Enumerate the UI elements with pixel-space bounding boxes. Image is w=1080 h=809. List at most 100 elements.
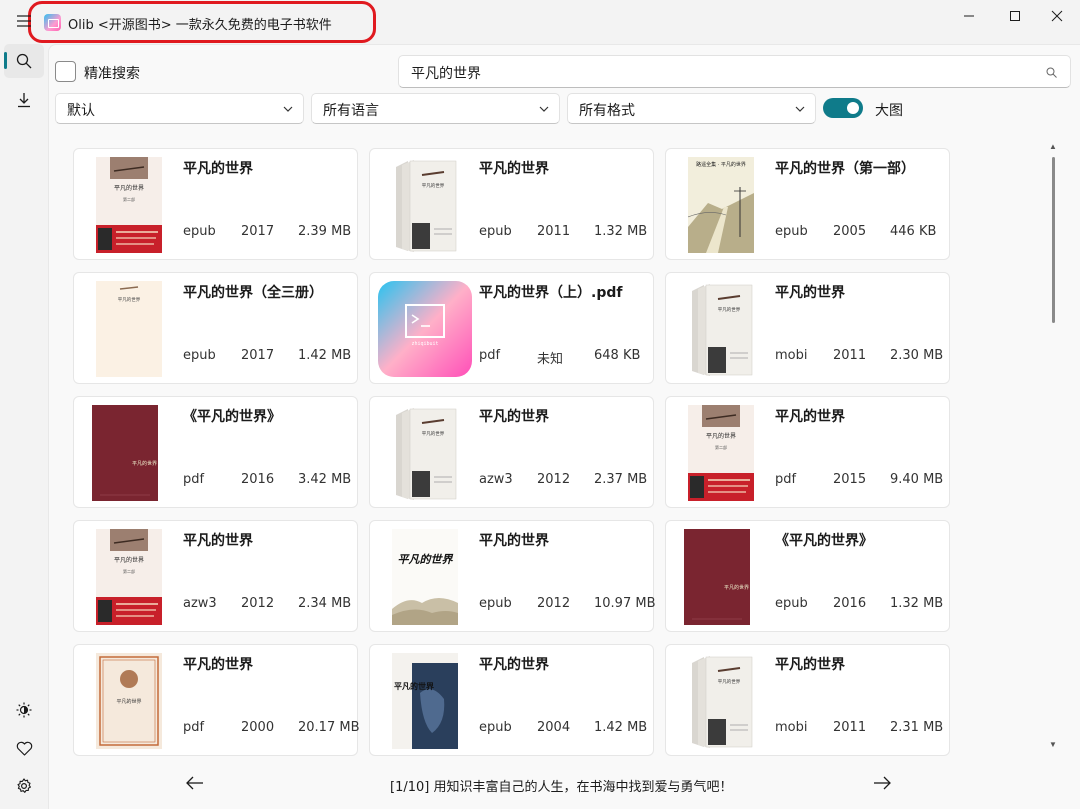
- book-title[interactable]: 《平凡的世界》: [183, 406, 281, 426]
- next-page-button[interactable]: [871, 772, 893, 794]
- book-title[interactable]: 平凡的世界: [183, 158, 253, 178]
- format-dropdown-value: 所有格式: [579, 103, 635, 119]
- book-card[interactable]: 平凡的世界 平凡的世界 mobi 2011 2.30 MB: [665, 272, 950, 384]
- book-format: epub: [775, 224, 808, 239]
- favorites-button[interactable]: [4, 731, 44, 765]
- close-icon: [1051, 10, 1063, 22]
- large-view-toggle[interactable]: [823, 98, 863, 118]
- book-size: 2.31 MB: [890, 720, 944, 735]
- theme-icon: [16, 702, 32, 718]
- book-cover[interactable]: 路遥全集 · 平凡的世界: [688, 157, 754, 253]
- book-card[interactable]: 平凡的世界 平凡的世界 epub 2011 1.32 MB: [369, 148, 654, 260]
- book-cover[interactable]: 平凡的世界: [96, 653, 162, 749]
- book-cover-title: 平凡的世界: [114, 556, 144, 564]
- book-card[interactable]: 路遥全集 · 平凡的世界 平凡的世界（第一部） epub 2005 446 KB: [665, 148, 950, 260]
- book-title[interactable]: 平凡的世界: [183, 654, 253, 674]
- book-card[interactable]: 平凡的世界 平凡的世界 pdf 2000 20.17 MB: [73, 644, 360, 756]
- book-title[interactable]: 平凡的世界（全三册）: [183, 282, 323, 302]
- book-format: azw3: [183, 596, 217, 611]
- book-cover[interactable]: 平凡的世界: [392, 157, 458, 253]
- book-cover[interactable]: 平凡的世界 第二部: [688, 405, 754, 501]
- minimize-button[interactable]: [946, 4, 992, 28]
- book-cover-image: 平凡的世界 第二部: [96, 529, 162, 625]
- book-size: 2.39 MB: [298, 224, 352, 239]
- theme-toggle-button[interactable]: [4, 693, 44, 727]
- book-cover-image: 平凡的世界: [92, 405, 166, 501]
- book-cover-image: 平凡的世界: [96, 653, 162, 749]
- book-year: 未知: [537, 352, 564, 367]
- book-title[interactable]: 平凡的世界: [775, 406, 845, 426]
- book-title[interactable]: 平凡的世界: [479, 406, 549, 426]
- book-cover[interactable]: 平凡的世界: [392, 529, 458, 625]
- book-size: 2.37 MB: [594, 472, 648, 487]
- book-cover[interactable]: 平凡的世界: [688, 281, 754, 377]
- book-card[interactable]: 平凡的世界 平凡的世界 mobi 2011 2.31 MB: [665, 644, 950, 756]
- book-cover-volume: 第二部: [123, 196, 135, 202]
- book-format: pdf: [183, 472, 205, 487]
- book-cover[interactable]: 平凡的世界: [392, 405, 458, 501]
- nav-search[interactable]: [4, 44, 44, 78]
- close-button[interactable]: [1034, 4, 1080, 28]
- nav-downloads[interactable]: [4, 83, 44, 117]
- book-size: 20.17 MB: [298, 720, 360, 735]
- search-input-value: 平凡的世界: [411, 66, 481, 82]
- language-dropdown[interactable]: 所有语言: [311, 93, 560, 124]
- book-title[interactable]: 平凡的世界: [775, 654, 845, 674]
- book-format: azw3: [479, 472, 513, 487]
- book-cover-title: 平凡的世界: [706, 432, 736, 440]
- book-card[interactable]: 平凡的世界 平凡的世界 epub 2012 10.97 MB: [369, 520, 655, 632]
- book-title[interactable]: 《平凡的世界》: [775, 530, 873, 550]
- book-title[interactable]: 平凡的世界: [479, 654, 549, 674]
- book-format: mobi: [775, 720, 808, 735]
- scroll-up-arrow[interactable]: ▲: [1048, 142, 1058, 152]
- book-format: pdf: [775, 472, 797, 487]
- settings-icon: [17, 778, 31, 793]
- book-title[interactable]: 平凡的世界: [479, 530, 549, 550]
- scrollbar-thumb[interactable]: [1052, 157, 1055, 323]
- book-cover[interactable]: 平凡的世界 第二部: [96, 529, 162, 625]
- book-cover-title: 平凡的世界: [116, 698, 141, 705]
- book-cover[interactable]: 平凡的世界: [392, 653, 458, 749]
- book-card[interactable]: zhiqibuit 平凡的世界（上）.pdf pdf 未知 648 KB: [369, 272, 654, 384]
- menu-button[interactable]: [4, 4, 44, 38]
- settings-button[interactable]: [4, 769, 44, 803]
- book-card[interactable]: 平凡的世界 第二部 平凡的世界 pdf 2015 9.40 MB: [665, 396, 950, 508]
- prev-page-button[interactable]: [184, 772, 206, 794]
- book-title[interactable]: 平凡的世界: [479, 158, 549, 178]
- exact-search-checkbox[interactable]: [55, 61, 76, 82]
- book-cover[interactable]: 平凡的世界: [92, 405, 166, 501]
- book-cover[interactable]: zhiqibuit: [378, 281, 472, 377]
- book-card[interactable]: 平凡的世界 第二部 平凡的世界 epub 2017 2.39 MB: [73, 148, 358, 260]
- book-size: 2.30 MB: [890, 348, 944, 363]
- book-cover-title: 平凡的世界: [718, 306, 741, 313]
- book-cover[interactable]: 平凡的世界 第二部: [96, 157, 162, 253]
- book-card[interactable]: 平凡的世界 《平凡的世界》 epub 2016 1.32 MB: [665, 520, 950, 632]
- maximize-button[interactable]: [992, 4, 1038, 28]
- book-title[interactable]: 平凡的世界（上）.pdf: [479, 282, 622, 302]
- minimize-icon: [964, 15, 974, 17]
- book-title[interactable]: 平凡的世界: [775, 282, 845, 302]
- search-submit-icon[interactable]: [1046, 65, 1058, 78]
- book-card[interactable]: 平凡的世界 第二部 平凡的世界 azw3 2012 2.34 MB: [73, 520, 358, 632]
- book-card[interactable]: 平凡的世界 平凡的世界 azw3 2012 2.37 MB: [369, 396, 654, 508]
- book-title[interactable]: 平凡的世界（第一部）: [775, 158, 915, 178]
- book-cover-volume: 第二部: [715, 444, 727, 450]
- book-cover-image: 路遥全集 · 平凡的世界: [688, 157, 754, 253]
- book-cover-title: 平凡的世界: [422, 182, 445, 189]
- book-cover[interactable]: 平凡的世界: [688, 653, 754, 749]
- scroll-down-arrow[interactable]: ▼: [1048, 740, 1058, 750]
- book-title[interactable]: 平凡的世界: [183, 530, 253, 550]
- book-card[interactable]: 平凡的世界 《平凡的世界》 pdf 2016 3.42 MB: [73, 396, 358, 508]
- format-dropdown[interactable]: 所有格式: [567, 93, 816, 124]
- book-year: 2012: [537, 472, 571, 487]
- book-cover[interactable]: 平凡的世界: [96, 281, 162, 377]
- book-cover-title: 平凡的世界: [718, 678, 741, 685]
- search-input[interactable]: 平凡的世界: [398, 55, 1071, 88]
- sort-dropdown[interactable]: 默认: [55, 93, 304, 124]
- search-icon: [16, 53, 32, 69]
- book-card[interactable]: 平凡的世界 平凡的世界（全三册） epub 2017 1.42 MB: [73, 272, 358, 384]
- book-cover-title: 平凡的世界: [724, 584, 749, 591]
- language-dropdown-value: 所有语言: [323, 103, 379, 119]
- book-card[interactable]: 平凡的世界 平凡的世界 epub 2004 1.42 MB: [369, 644, 654, 756]
- book-cover[interactable]: 平凡的世界: [684, 529, 758, 625]
